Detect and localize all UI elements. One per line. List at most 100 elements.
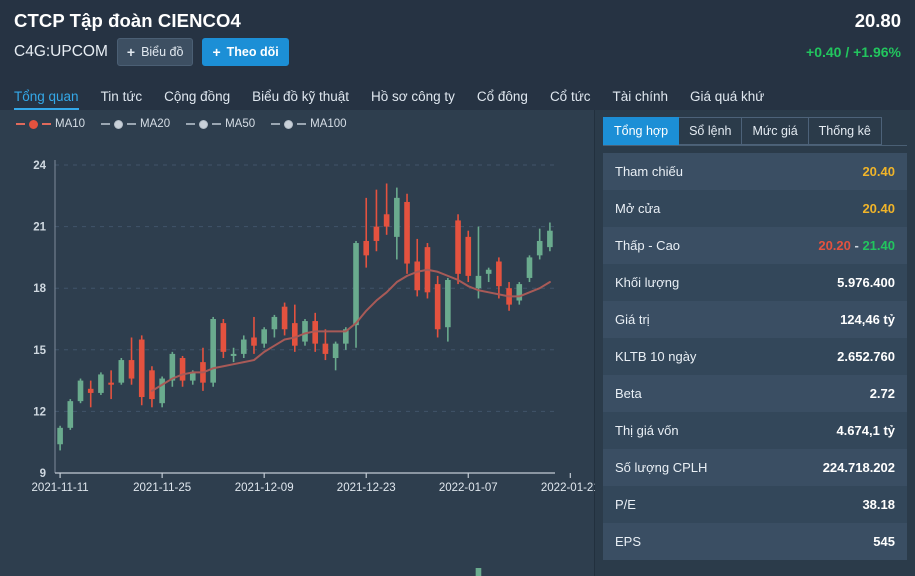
candlestick[interactable] bbox=[291, 304, 298, 352]
x-axis-tick-label: 2021-11-25 bbox=[133, 482, 191, 494]
nav-tab-8[interactable]: Giá quá khứ bbox=[690, 89, 764, 110]
candlestick[interactable] bbox=[465, 230, 472, 283]
candlestick[interactable] bbox=[98, 372, 104, 395]
summary-row-value: 2.72 bbox=[869, 386, 895, 401]
panel-tab-label: Sổ lệnh bbox=[689, 124, 732, 138]
nav-tab-1[interactable]: Tin tức bbox=[101, 89, 143, 110]
panel-divider bbox=[603, 145, 907, 146]
summary-row: Beta 2.72 bbox=[603, 375, 907, 412]
panel-tab-3[interactable]: Thống kê bbox=[808, 117, 882, 145]
main-nav-tabs: Tổng quan Tin tức Cộng đồng Biểu đồ kỹ thuậ… bbox=[0, 80, 915, 110]
stock-detail-page: CTCP Tập đoàn CIENCO4 20.80 C4G:UPCOM + … bbox=[0, 0, 915, 576]
nav-tab-3[interactable]: Biểu đồ kỹ thuật bbox=[252, 89, 349, 110]
panel-tab-label: Thống kê bbox=[818, 124, 871, 138]
nav-tab-7[interactable]: Tài chính bbox=[612, 89, 668, 110]
summary-row-value: 20.20 - 21.40 bbox=[818, 238, 895, 253]
candlestick[interactable] bbox=[322, 329, 329, 361]
candlestick[interactable] bbox=[210, 316, 216, 387]
candlestick[interactable] bbox=[485, 267, 492, 283]
nav-tab-label: Cổ đông bbox=[476, 89, 528, 104]
candlestick[interactable] bbox=[87, 380, 94, 408]
candlestick[interactable] bbox=[526, 255, 533, 283]
plus-icon: + bbox=[212, 44, 221, 60]
candlestick[interactable] bbox=[394, 187, 400, 260]
page-title: CTCP Tập đoàn CIENCO4 bbox=[14, 10, 241, 31]
follow-button[interactable]: + Theo dõi bbox=[202, 38, 289, 66]
candlestick[interactable] bbox=[353, 240, 359, 348]
candlestick[interactable] bbox=[363, 197, 370, 268]
summary-row-label: P/E bbox=[615, 497, 636, 512]
y-axis-tick-label: 18 bbox=[33, 283, 46, 295]
nav-tab-6[interactable]: Cổ tức bbox=[550, 89, 591, 110]
add-chart-label: Biểu đồ bbox=[141, 44, 184, 59]
candlestick[interactable] bbox=[220, 319, 227, 359]
candlestick[interactable] bbox=[57, 425, 63, 451]
nav-tab-0[interactable]: Tổng quan bbox=[14, 89, 79, 110]
candlestick[interactable] bbox=[373, 189, 380, 252]
candlestick[interactable] bbox=[455, 214, 461, 285]
candlestick[interactable] bbox=[240, 335, 247, 359]
summary-row-value: 20.40 bbox=[862, 164, 895, 179]
summary-row-label: Beta bbox=[615, 386, 642, 401]
summary-row: Thấp - Cao 20.20 - 21.40 bbox=[603, 227, 907, 264]
summary-row-value: 38.18 bbox=[862, 497, 895, 512]
candlestick[interactable] bbox=[128, 337, 135, 385]
panel-tab-2[interactable]: Mức giá bbox=[742, 117, 809, 145]
summary-row-value: 2.652.760 bbox=[837, 349, 895, 364]
panel-tab-label: Mức giá bbox=[752, 124, 798, 138]
nav-tab-label: Tổng quan bbox=[14, 89, 79, 104]
nav-tab-5[interactable]: Cổ đông bbox=[477, 89, 528, 110]
current-price: 20.80 bbox=[854, 10, 901, 31]
nav-tab-label: Cộng đồng bbox=[164, 89, 231, 104]
x-axis-tick-label: 2021-11-11 bbox=[32, 482, 89, 494]
candlestick[interactable] bbox=[332, 341, 339, 371]
candlestick-chart: 9 12 15 18 21 24 2021-11-11 2021-11-25 2021-12-0… bbox=[32, 160, 595, 576]
nav-tab-label: Tài chính bbox=[612, 89, 669, 104]
candlestick[interactable] bbox=[67, 399, 74, 430]
candlestick[interactable] bbox=[77, 378, 84, 404]
candlestick[interactable] bbox=[179, 355, 186, 387]
candlestick[interactable] bbox=[383, 183, 390, 235]
range-separator: - bbox=[850, 238, 863, 253]
summary-row: P/E 38.18 bbox=[603, 486, 907, 523]
candlestick[interactable] bbox=[281, 302, 288, 336]
summary-row-label: Số lượng CPLH bbox=[615, 460, 708, 475]
candlestick[interactable] bbox=[445, 277, 451, 342]
summary-row-value: 5.976.400 bbox=[837, 275, 895, 290]
add-chart-button[interactable]: + Biểu đồ bbox=[116, 38, 194, 66]
y-axis-tick-label: 12 bbox=[33, 406, 46, 418]
y-axis-tick-label: 24 bbox=[33, 160, 46, 172]
candlestick[interactable] bbox=[414, 238, 421, 297]
summary-row: Mở cửa 20.40 bbox=[603, 190, 907, 227]
candlestick[interactable] bbox=[404, 193, 410, 274]
nav-tab-4[interactable]: Hồ sơ công ty bbox=[371, 89, 455, 110]
candlestick[interactable] bbox=[536, 228, 543, 260]
summary-row-label: Mở cửa bbox=[615, 201, 661, 216]
low-price: 20.20 bbox=[818, 238, 851, 253]
candlestick[interactable] bbox=[159, 376, 165, 408]
candlestick[interactable] bbox=[108, 370, 114, 400]
candlestick[interactable] bbox=[434, 275, 441, 338]
candlestick[interactable] bbox=[200, 347, 206, 391]
summary-row: KLTB 10 ngày 2.652.760 bbox=[603, 338, 907, 375]
panel-tab-0[interactable]: Tổng hợp bbox=[603, 117, 680, 145]
summary-panel: Tổng hợp Sổ lệnh Mức giá Thống kê Tham chiế… bbox=[595, 110, 915, 576]
nav-tab-label: Biểu đồ kỹ thuật bbox=[252, 89, 349, 104]
panel-tab-1[interactable]: Sổ lệnh bbox=[679, 117, 743, 145]
summary-panel-tabs: Tổng hợp Sổ lệnh Mức giá Thống kê bbox=[595, 110, 915, 145]
candlestick[interactable] bbox=[261, 327, 267, 348]
nav-tab-label: Tin tức bbox=[100, 89, 143, 104]
candlestick[interactable] bbox=[516, 282, 523, 305]
candlestick[interactable] bbox=[138, 335, 145, 406]
volume-bar bbox=[475, 568, 482, 576]
candlestick[interactable] bbox=[169, 351, 176, 387]
candlestick[interactable] bbox=[251, 316, 257, 354]
candlestick[interactable] bbox=[149, 366, 155, 408]
candlestick[interactable] bbox=[118, 358, 125, 385]
candlestick[interactable] bbox=[271, 314, 278, 338]
x-axis-tick-label: 2021-12-09 bbox=[235, 482, 294, 494]
nav-tab-2[interactable]: Cộng đồng bbox=[164, 89, 230, 110]
candlestick[interactable] bbox=[496, 257, 502, 299]
nav-tab-label: Giá quá khứ bbox=[690, 89, 765, 104]
candlestick[interactable] bbox=[475, 226, 482, 299]
